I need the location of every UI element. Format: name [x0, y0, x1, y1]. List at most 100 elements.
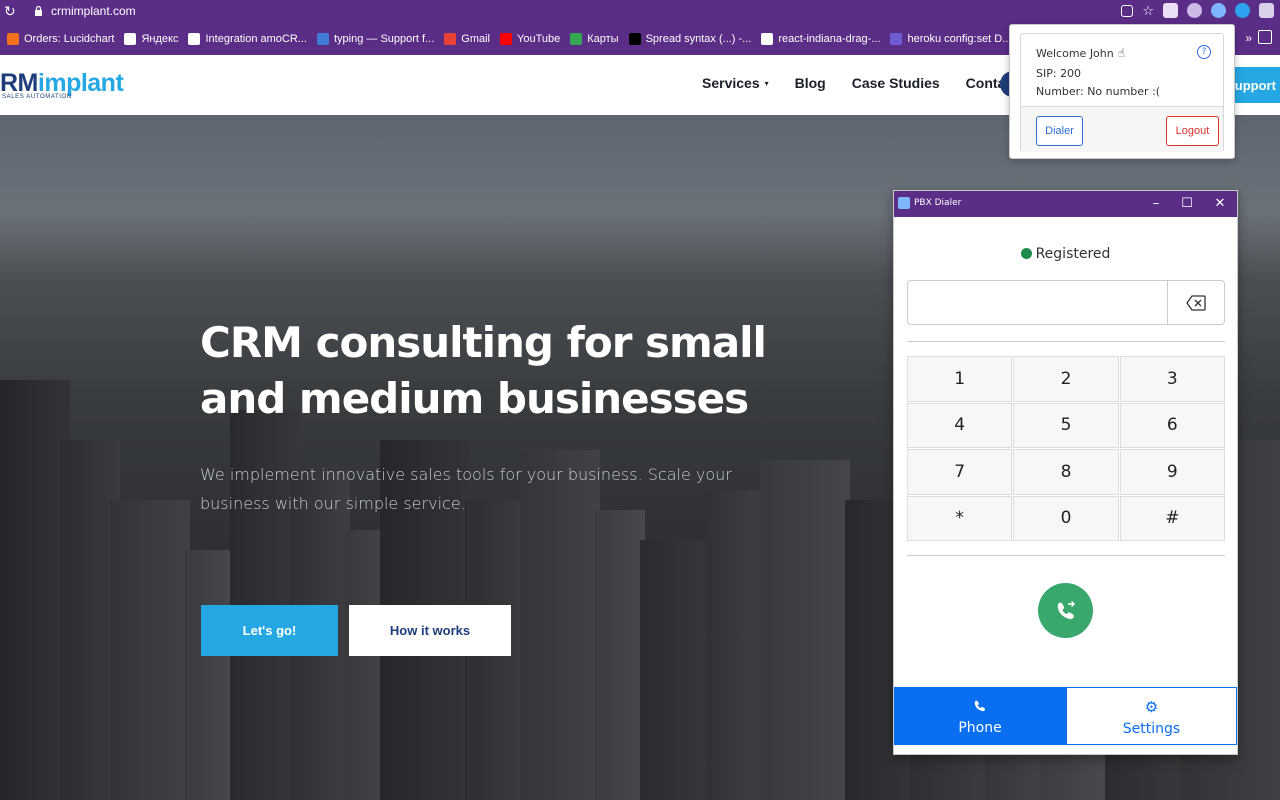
keypad-key[interactable]: 2: [1013, 356, 1119, 402]
extension-popup: Welcome John ☝ ? SIP: 200 Number: No num…: [1009, 24, 1235, 159]
bookmark-item[interactable]: Карты: [570, 32, 619, 45]
bookmark-item[interactable]: typing — Support f...: [316, 32, 435, 45]
nav-label: Case Studies: [851, 75, 940, 91]
divider: [907, 555, 1225, 556]
keypad-key[interactable]: #: [1119, 495, 1225, 541]
bookmark-favicon-icon: [628, 32, 641, 45]
chevron-down-icon: ▾: [764, 78, 769, 88]
wave-hand-icon: ☝: [1117, 46, 1126, 60]
divider: [907, 341, 1225, 342]
bookmark-label: Яндекс: [141, 32, 179, 45]
bookmark-label: typing — Support f...: [333, 32, 435, 45]
bookmark-item[interactable]: Яндекс: [124, 32, 179, 45]
dial-keypad: 1 2 3 4 5 6 7 8 9 * 0 #: [907, 356, 1225, 541]
keypad-key[interactable]: 0: [1013, 495, 1119, 541]
puzzle-icon[interactable]: [1259, 3, 1274, 18]
bookmark-item[interactable]: heroku config:set D...: [890, 32, 1012, 45]
bookmark-label: Spread syntax (...) -...: [645, 32, 752, 45]
bookmark-favicon-icon: [570, 32, 583, 45]
logo-accent-text: implant: [37, 69, 124, 97]
site-logo[interactable]: RMimplant SALES AUTOMATION: [0, 65, 130, 105]
bookmark-favicon-icon: [444, 32, 457, 45]
tab-settings[interactable]: ⚙ Settings: [1066, 687, 1237, 745]
bookmark-label: Карты: [587, 32, 619, 45]
bookmark-favicon-icon: [7, 32, 19, 45]
welcome-text: Welcome John: [1036, 46, 1114, 60]
keypad-key[interactable]: 3: [1119, 356, 1225, 402]
reload-icon[interactable]: ↻: [4, 2, 16, 20]
close-icon[interactable]: ✕: [1208, 194, 1232, 214]
window-titlebar[interactable]: PBX Dialer – ☐ ✕: [894, 191, 1237, 217]
minimize-icon[interactable]: –: [1144, 194, 1168, 214]
keypad-key[interactable]: 6: [1119, 402, 1225, 448]
tab-label: Phone: [958, 720, 1002, 736]
nav-blog[interactable]: Blog: [795, 75, 826, 91]
browser-address-bar: ↻ crmimplant.com ☆: [0, 0, 1280, 22]
bookmark-item[interactable]: Spread syntax (...) -...: [628, 32, 752, 45]
bookmark-label: react-indiana-drag-...: [778, 32, 881, 45]
pbx-extension-icon[interactable]: [1211, 3, 1226, 18]
bookmark-item[interactable]: Integration amoCR...: [188, 32, 307, 45]
keypad-key[interactable]: 9: [1119, 449, 1225, 495]
backspace-icon: [1186, 294, 1206, 311]
call-button[interactable]: [1038, 583, 1093, 638]
help-icon[interactable]: ?: [1197, 45, 1211, 59]
url-text[interactable]: crmimplant.com: [51, 4, 136, 18]
bookmark-item[interactable]: Gmail: [444, 32, 490, 45]
user-card: Welcome John ☝ ? SIP: 200 Number: No num…: [1020, 33, 1224, 152]
keypad-key[interactable]: 8: [1013, 449, 1119, 495]
bookmark-favicon-icon: [761, 32, 774, 45]
gear-icon: ⚙: [1144, 698, 1159, 716]
star-icon[interactable]: ☆: [1142, 4, 1154, 17]
extension-icon[interactable]: [1187, 3, 1202, 18]
logo-tagline: SALES AUTOMATION: [2, 94, 72, 100]
bookmark-item[interactable]: react-indiana-drag-...: [761, 32, 881, 45]
how-it-works-button[interactable]: How it works: [349, 605, 511, 656]
phone-icon: [894, 699, 1066, 717]
bookmark-label: Orders: Lucidchart: [24, 32, 115, 45]
bookmark-item[interactable]: YouTube: [500, 32, 561, 45]
nav-case-studies[interactable]: Case Studies: [852, 75, 940, 91]
app-icon: [898, 197, 910, 209]
bookmark-label: heroku config:set D...: [907, 32, 1012, 45]
dialer-button[interactable]: Dialer: [1036, 116, 1083, 146]
bookmark-favicon-icon: [890, 32, 903, 45]
keypad-key[interactable]: 5: [1013, 402, 1119, 448]
backspace-button[interactable]: [1167, 280, 1225, 325]
bookmark-favicon-icon: [316, 32, 329, 45]
bookmark-item[interactable]: Orders: Lucidchart: [7, 32, 115, 45]
logout-button[interactable]: Logout: [1166, 116, 1219, 146]
hero-subtitle: We implement innovative sales tools for …: [200, 465, 732, 513]
bookmark-favicon-icon: [188, 32, 201, 45]
nav-services[interactable]: Services ▾: [702, 75, 769, 91]
status-text: Registered: [1035, 246, 1111, 262]
status-dot-icon: [1020, 248, 1032, 259]
bookmarks-more-button[interactable]: »: [1245, 31, 1252, 45]
keypad-key[interactable]: 4: [907, 402, 1013, 448]
bookmark-label: Integration amoCR...: [205, 32, 307, 45]
tab-phone[interactable]: Phone: [894, 687, 1066, 745]
extension-icon[interactable]: [1235, 3, 1250, 18]
extension-icon[interactable]: [1163, 3, 1178, 18]
keypad-key[interactable]: 1: [907, 356, 1013, 402]
lock-icon[interactable]: [34, 5, 43, 16]
keypad-key[interactable]: 7: [907, 449, 1013, 495]
browser-toolbar-icons: ☆: [1121, 3, 1274, 18]
keypad-key[interactable]: *: [907, 495, 1013, 541]
lets-go-button[interactable]: Let's go!: [201, 605, 338, 656]
reading-list-icon[interactable]: [1258, 30, 1272, 44]
bookmark-label: Gmail: [461, 32, 490, 45]
registration-status: Registered: [894, 246, 1237, 262]
welcome-row: Welcome John ☝: [1036, 46, 1125, 60]
phone-call-icon: [1057, 600, 1075, 619]
bookmark-label: YouTube: [517, 32, 561, 45]
share-icon[interactable]: [1121, 4, 1134, 17]
phone-number-input[interactable]: [907, 280, 1167, 325]
window-title: PBX Dialer: [914, 198, 962, 208]
nav-label: Blog: [794, 75, 826, 91]
logo-text: RM: [0, 69, 38, 97]
pbx-dialer-window: PBX Dialer – ☐ ✕ Registered 1 2 3 4 5 6 7 8 9 * 0 #…: [893, 190, 1238, 755]
number-text: Number: No number :(: [1036, 85, 1161, 98]
maximize-icon[interactable]: ☐: [1175, 194, 1199, 214]
bookmark-favicon-icon: [500, 32, 512, 45]
